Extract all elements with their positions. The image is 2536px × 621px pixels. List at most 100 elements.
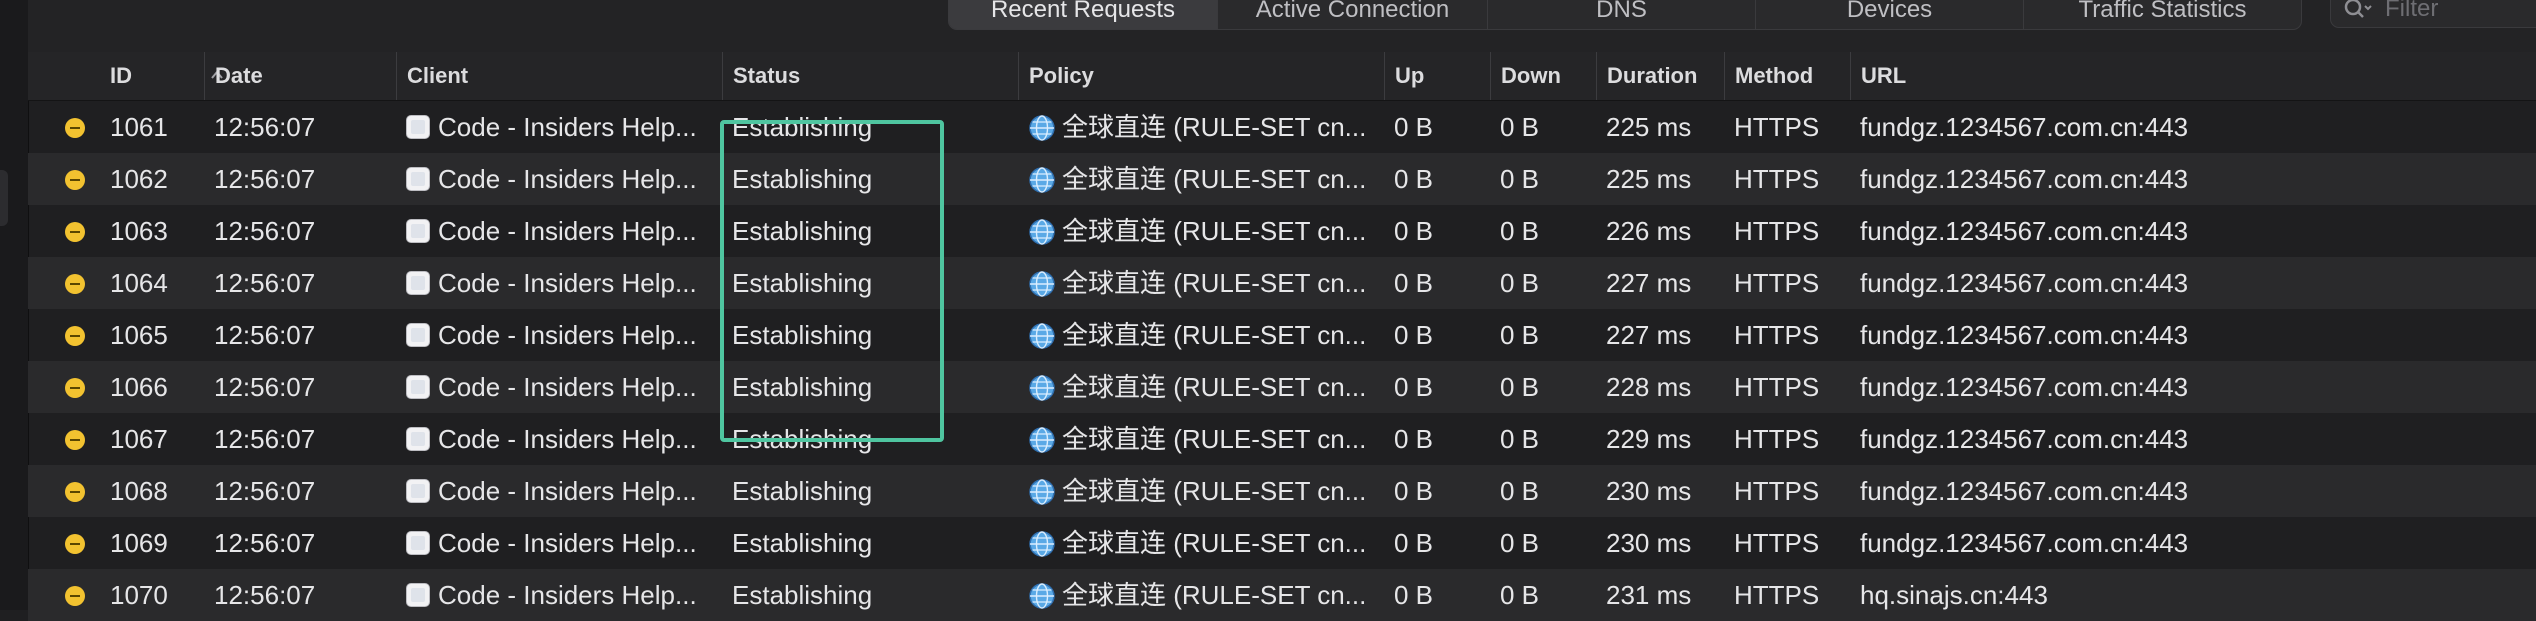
cell-method: HTTPS bbox=[1734, 268, 1820, 298]
cell-down: 0 B bbox=[1500, 476, 1540, 506]
pending-dot-icon bbox=[65, 482, 85, 502]
tab-dns[interactable]: DNS bbox=[1487, 0, 1755, 29]
cell-date: 12:56:07 bbox=[214, 528, 316, 558]
cell-date: 12:56:07 bbox=[214, 424, 316, 454]
app-icon bbox=[406, 375, 430, 399]
pending-dot-icon bbox=[65, 274, 85, 294]
cell-up: 0 B bbox=[1394, 164, 1434, 194]
cell-policy: 全球直连 (RULE-SET cn... bbox=[1062, 528, 1367, 558]
tab-devices[interactable]: Devices bbox=[1755, 0, 2023, 29]
app-icon bbox=[406, 167, 430, 191]
cell-client: Code - Insiders Help... bbox=[438, 112, 697, 142]
table-row[interactable]: 1065 12:56:07 Code - Insiders Help... Estab… bbox=[28, 309, 2536, 361]
cell-url: fundgz.1234567.com.cn:443 bbox=[1860, 268, 2189, 298]
table-row[interactable]: 1070 12:56:07 Code - Insiders Help... Estab… bbox=[28, 569, 2536, 621]
cell-down: 0 B bbox=[1500, 216, 1540, 246]
cell-method: HTTPS bbox=[1734, 320, 1820, 350]
cell-id: 1070 bbox=[110, 580, 168, 610]
column-header-date[interactable]: Date bbox=[204, 52, 422, 100]
cell-policy: 全球直连 (RULE-SET cn... bbox=[1062, 424, 1367, 454]
globe-icon bbox=[1028, 322, 1056, 350]
cell-duration: 227 ms bbox=[1606, 268, 1692, 298]
column-header-url[interactable]: URL bbox=[1850, 52, 2450, 100]
cell-up: 0 B bbox=[1394, 476, 1434, 506]
cell-id: 1066 bbox=[110, 372, 168, 402]
tab-active-connection[interactable]: Active Connection bbox=[1217, 0, 1487, 29]
cell-client: Code - Insiders Help... bbox=[438, 528, 697, 558]
cell-date: 12:56:07 bbox=[214, 112, 316, 142]
globe-icon bbox=[1028, 218, 1056, 246]
pending-dot-icon bbox=[65, 222, 85, 242]
pending-dot-icon bbox=[65, 534, 85, 554]
left-sidebar-edge bbox=[0, 0, 29, 610]
cell-policy: 全球直连 (RULE-SET cn... bbox=[1062, 320, 1367, 350]
cell-duration: 226 ms bbox=[1606, 216, 1692, 246]
table-row[interactable]: 1064 12:56:07 Code - Insiders Help... Estab… bbox=[28, 257, 2536, 309]
column-header-duration[interactable]: Duration bbox=[1596, 52, 1726, 100]
status-highlight-box bbox=[720, 120, 944, 442]
cell-policy: 全球直连 (RULE-SET cn... bbox=[1062, 580, 1367, 610]
cell-client: Code - Insiders Help... bbox=[438, 476, 697, 506]
cell-up: 0 B bbox=[1394, 268, 1434, 298]
cell-duration: 227 ms bbox=[1606, 320, 1692, 350]
table-row[interactable]: 1063 12:56:07 Code - Insiders Help... Estab… bbox=[28, 205, 2536, 257]
cell-date: 12:56:07 bbox=[214, 580, 316, 610]
cell-policy: 全球直连 (RULE-SET cn... bbox=[1062, 112, 1367, 142]
cell-up: 0 B bbox=[1394, 580, 1434, 610]
table-row[interactable]: 1062 12:56:07 Code - Insiders Help... Estab… bbox=[28, 153, 2536, 205]
cell-method: HTTPS bbox=[1734, 476, 1820, 506]
column-header-client[interactable]: Client bbox=[396, 52, 752, 100]
column-header-up[interactable]: Up bbox=[1384, 52, 1494, 100]
cell-status: Establishing bbox=[732, 476, 873, 506]
column-header-policy[interactable]: Policy bbox=[1018, 52, 1418, 100]
cell-id: 1069 bbox=[110, 528, 168, 558]
cell-up: 0 B bbox=[1394, 372, 1434, 402]
view-tabs: Recent Requests Active Connection DNS De… bbox=[948, 0, 2302, 30]
cell-method: HTTPS bbox=[1734, 424, 1820, 454]
cell-url: fundgz.1234567.com.cn:443 bbox=[1860, 476, 2189, 506]
table-row[interactable]: 1069 12:56:07 Code - Insiders Help... Estab… bbox=[28, 517, 2536, 569]
tab-traffic-statistics[interactable]: Traffic Statistics bbox=[2023, 0, 2301, 29]
cell-id: 1061 bbox=[110, 112, 168, 142]
pending-dot-icon bbox=[65, 586, 85, 606]
sidebar-resize-handle[interactable] bbox=[0, 170, 8, 226]
table-row[interactable]: 1068 12:56:07 Code - Insiders Help... Estab… bbox=[28, 465, 2536, 517]
table-row[interactable]: 1067 12:56:07 Code - Insiders Help... Estab… bbox=[28, 413, 2536, 465]
cell-down: 0 B bbox=[1500, 164, 1540, 194]
pending-dot-icon bbox=[65, 118, 85, 138]
cell-duration: 230 ms bbox=[1606, 528, 1692, 558]
cell-url: fundgz.1234567.com.cn:443 bbox=[1860, 164, 2189, 194]
cell-client: Code - Insiders Help... bbox=[438, 424, 697, 454]
cell-client: Code - Insiders Help... bbox=[438, 372, 697, 402]
column-header-status[interactable]: Status bbox=[722, 52, 1042, 100]
cell-status: Establishing bbox=[732, 580, 873, 610]
cell-url: fundgz.1234567.com.cn:443 bbox=[1860, 216, 2189, 246]
globe-icon bbox=[1028, 530, 1056, 558]
cell-down: 0 B bbox=[1500, 528, 1540, 558]
cell-date: 12:56:07 bbox=[214, 320, 316, 350]
filter-placeholder: Filter bbox=[2385, 0, 2439, 22]
table-row[interactable]: 1061 12:56:07 Code - Insiders Help... Estab… bbox=[28, 101, 2536, 153]
app-icon bbox=[406, 583, 430, 607]
app-icon bbox=[406, 323, 430, 347]
cell-duration: 231 ms bbox=[1606, 580, 1692, 610]
pending-dot-icon bbox=[65, 170, 85, 190]
tab-recent-requests[interactable]: Recent Requests bbox=[949, 0, 1217, 29]
cell-down: 0 B bbox=[1500, 372, 1540, 402]
cell-method: HTTPS bbox=[1734, 372, 1820, 402]
cell-up: 0 B bbox=[1394, 320, 1434, 350]
cell-up: 0 B bbox=[1394, 528, 1434, 558]
cell-policy: 全球直连 (RULE-SET cn... bbox=[1062, 216, 1367, 246]
cell-method: HTTPS bbox=[1734, 112, 1820, 142]
cell-down: 0 B bbox=[1500, 320, 1540, 350]
table-row[interactable]: 1066 12:56:07 Code - Insiders Help... Estab… bbox=[28, 361, 2536, 413]
cell-id: 1068 bbox=[110, 476, 168, 506]
column-header-down[interactable]: Down bbox=[1490, 52, 1600, 100]
cell-client: Code - Insiders Help... bbox=[438, 268, 697, 298]
filter-field[interactable]: Filter bbox=[2330, 0, 2536, 28]
column-header-method[interactable]: Method bbox=[1724, 52, 1854, 100]
cell-up: 0 B bbox=[1394, 112, 1434, 142]
cell-id: 1065 bbox=[110, 320, 168, 350]
cell-duration: 229 ms bbox=[1606, 424, 1692, 454]
pending-dot-icon bbox=[65, 378, 85, 398]
